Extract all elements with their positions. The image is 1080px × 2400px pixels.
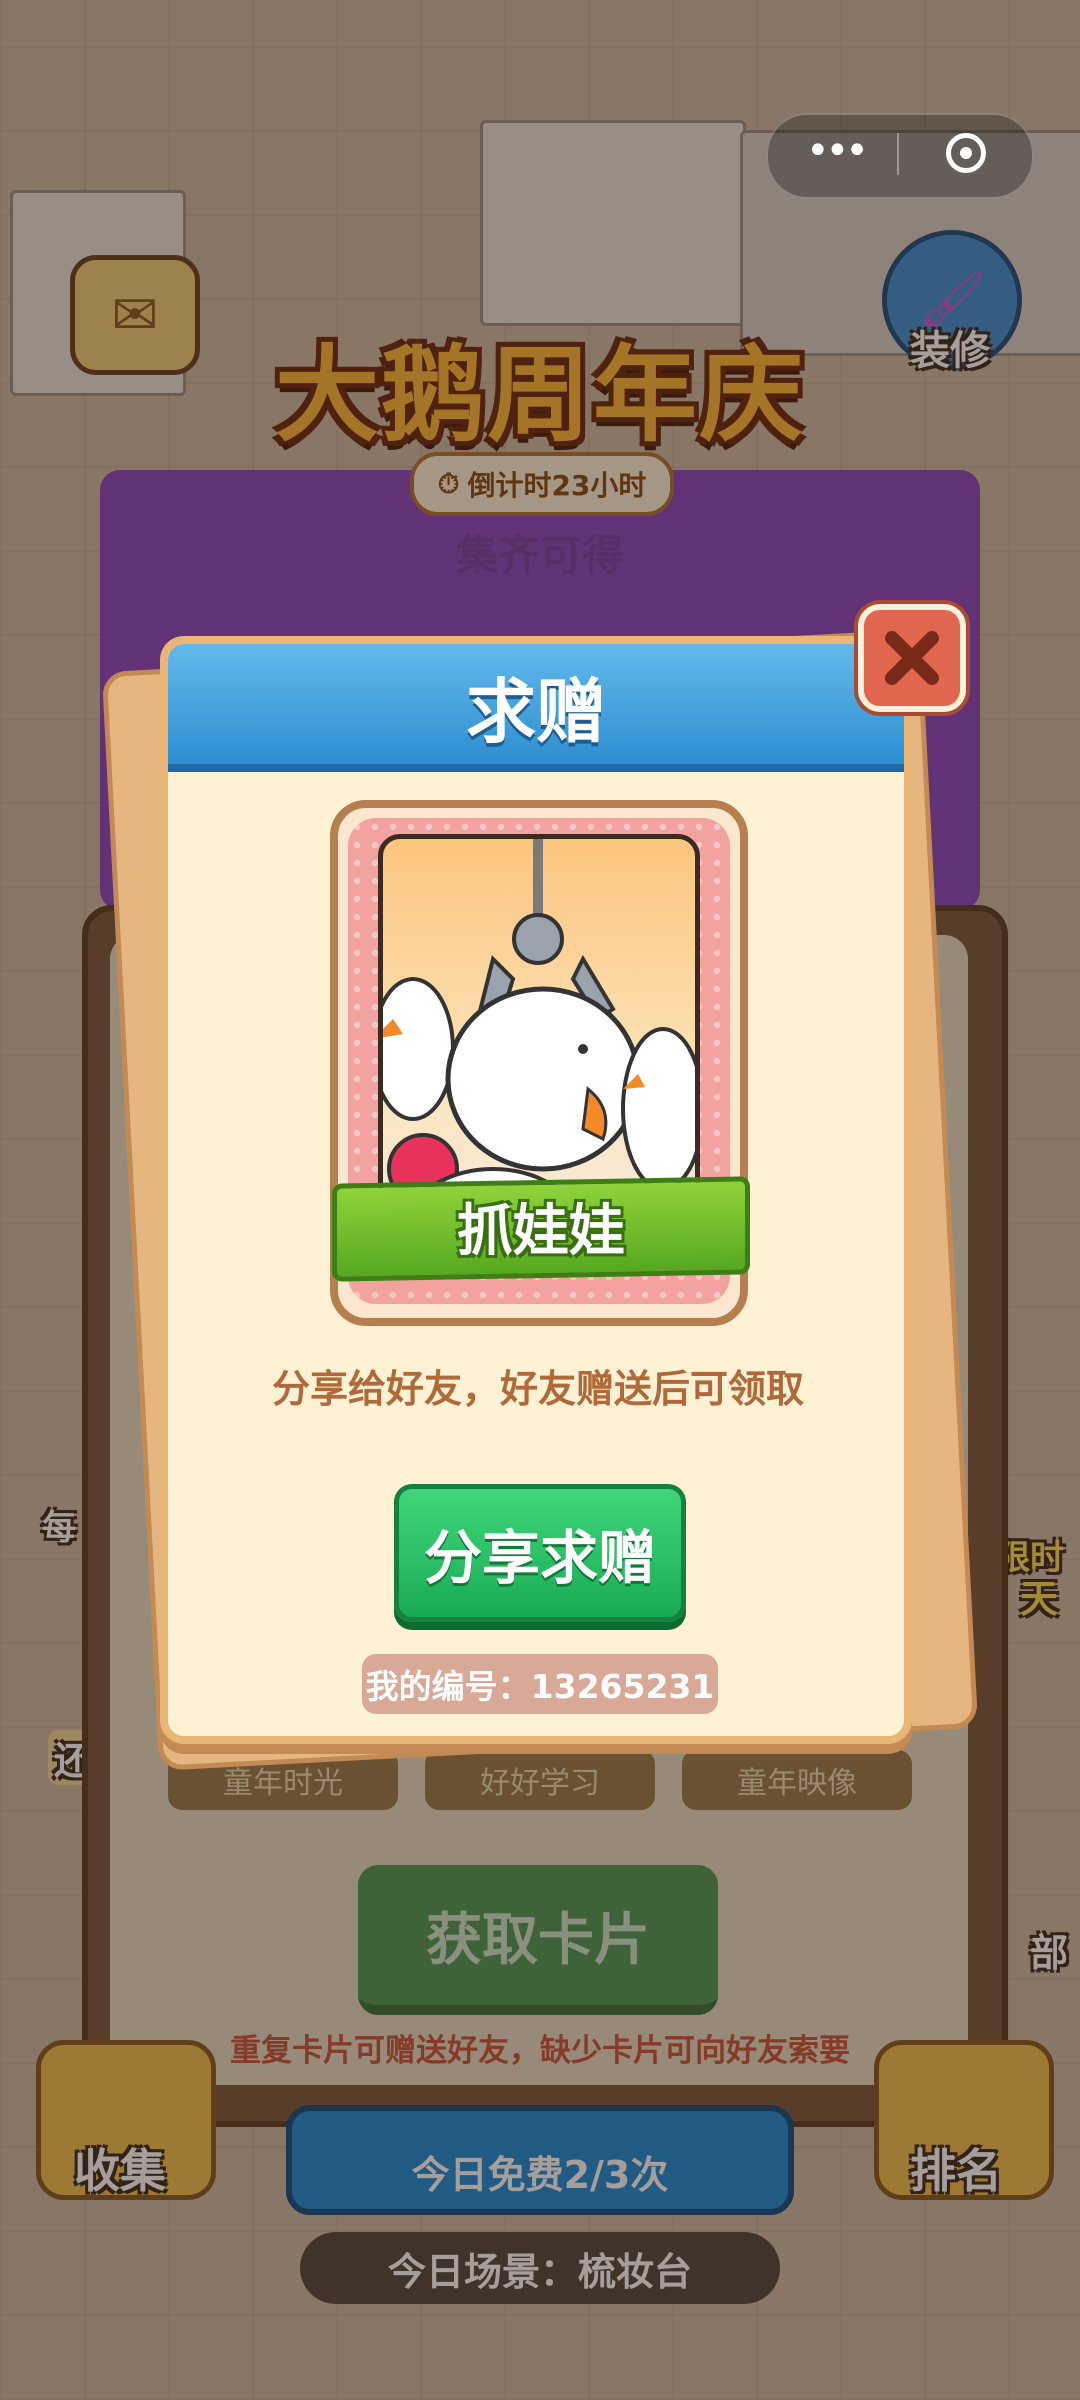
share-request-button[interactable]: 分享求赠 xyxy=(394,1484,686,1622)
close-button[interactable] xyxy=(858,604,966,712)
target-circle-icon[interactable] xyxy=(946,133,986,173)
capsule-divider xyxy=(897,133,899,175)
share-tip: 分享给好友，好友赠送后可领取 xyxy=(271,1367,804,1411)
modal-title: 求赠 xyxy=(466,671,606,753)
card-name: 抓娃娃 xyxy=(457,1199,625,1264)
more-dots-icon[interactable]: ••• xyxy=(806,131,869,171)
close-x-icon xyxy=(885,631,939,685)
my-id-badge: 我的编号：13265231 xyxy=(362,1654,718,1714)
